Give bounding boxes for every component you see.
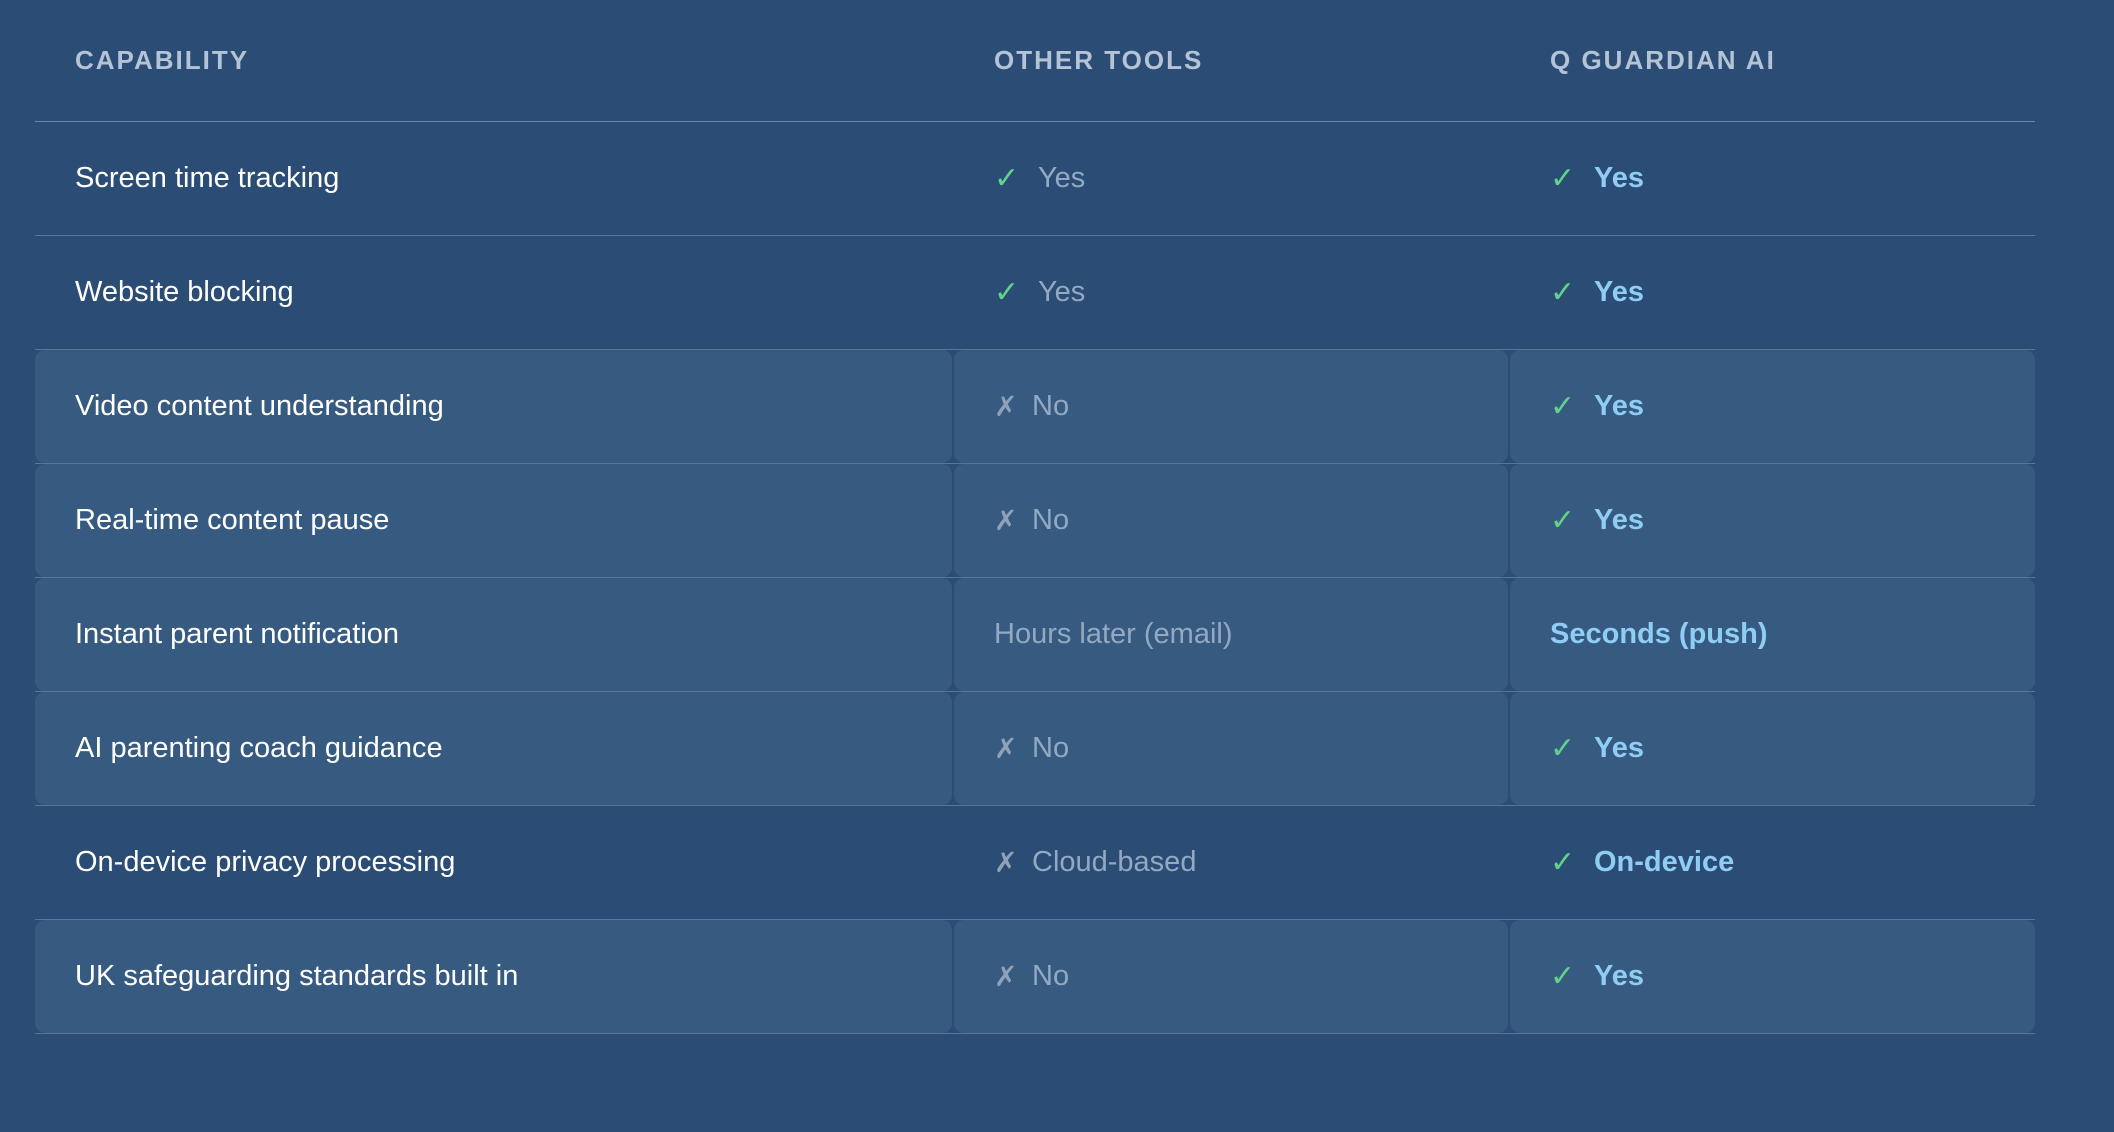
other-tools-cell: ✗ No — [954, 692, 1508, 805]
table-row: AI parenting coach guidance ✗ No ✓ Yes — [35, 692, 2035, 806]
capability-label: Real-time content pause — [75, 504, 390, 536]
q-guardian-cell: Seconds (push) — [1510, 578, 2035, 691]
capability-cell: Website blocking — [35, 236, 954, 349]
capability-cell: Screen time tracking — [35, 122, 954, 235]
check-icon: ✓ — [1550, 162, 1576, 195]
check-icon: ✓ — [1550, 960, 1576, 993]
table-row: Instant parent notification Hours later (… — [35, 578, 2035, 692]
table-row: Real-time content pause ✗ No ✓ Yes — [35, 464, 2035, 578]
capability-cell: Video content understanding — [35, 350, 952, 463]
q-guardian-cell: ✓ Yes — [1510, 692, 2035, 805]
capability-label: Screen time tracking — [75, 162, 340, 194]
q-guardian-cell: ✓ Yes — [1510, 236, 2035, 349]
other-tools-value: Hours later (email) — [994, 618, 1233, 650]
q-guardian-value: Yes — [1594, 276, 1644, 308]
cross-icon: ✗ — [994, 847, 1018, 878]
capability-label: UK safeguarding standards built in — [75, 960, 519, 992]
capability-label: AI parenting coach guidance — [75, 732, 443, 764]
other-tools-value: Cloud-based — [1032, 846, 1197, 878]
capability-label: Video content understanding — [75, 390, 444, 422]
capability-cell: Real-time content pause — [35, 464, 952, 577]
other-tools-cell: ✗ No — [954, 920, 1508, 1033]
other-tools-cell: ✗ No — [954, 350, 1508, 463]
other-tools-cell: Hours later (email) — [954, 578, 1508, 691]
check-icon: ✓ — [994, 276, 1020, 309]
q-guardian-value: Yes — [1594, 162, 1644, 194]
other-tools-value: Yes — [1038, 276, 1086, 308]
cross-icon: ✗ — [994, 961, 1018, 992]
header-other-tools: Other Tools — [994, 45, 1204, 75]
check-icon: ✓ — [1550, 732, 1576, 765]
q-guardian-cell: ✓ On-device — [1510, 806, 2035, 919]
table-row: UK safeguarding standards built in ✗ No ✓ Ye… — [35, 920, 2035, 1034]
header-q-guardian-ai: Q Guardian AI — [1550, 45, 1776, 75]
q-guardian-value: Yes — [1594, 504, 1644, 536]
header-capability: Capability — [75, 45, 250, 75]
q-guardian-cell: ✓ Yes — [1510, 122, 2035, 235]
q-guardian-value: Yes — [1594, 960, 1644, 992]
cross-icon: ✗ — [994, 505, 1018, 536]
q-guardian-value: Seconds (push) — [1550, 618, 1768, 650]
capability-cell: AI parenting coach guidance — [35, 692, 952, 805]
other-tools-cell: ✗ No — [954, 464, 1508, 577]
q-guardian-value: On-device — [1594, 846, 1735, 878]
check-icon: ✓ — [1550, 390, 1576, 423]
capability-label: On-device privacy processing — [75, 846, 456, 878]
other-tools-cell: ✓ Yes — [954, 236, 1510, 349]
q-guardian-value: Yes — [1594, 732, 1644, 764]
check-icon: ✓ — [1550, 504, 1576, 537]
q-guardian-cell: ✓ Yes — [1510, 464, 2035, 577]
other-tools-value: No — [1032, 504, 1070, 536]
other-tools-value: Yes — [1038, 162, 1086, 194]
capability-cell: UK safeguarding standards built in — [35, 920, 952, 1033]
table-body: Screen time tracking ✓ Yes ✓ Yes Website bloc… — [35, 122, 2035, 1034]
other-tools-cell: ✓ Yes — [954, 122, 1510, 235]
capability-label: Instant parent notification — [75, 618, 400, 650]
check-icon: ✓ — [994, 162, 1020, 195]
table-row: Screen time tracking ✓ Yes ✓ Yes — [35, 122, 2035, 236]
other-tools-value: No — [1032, 390, 1070, 422]
other-tools-cell: ✗ Cloud-based — [954, 806, 1510, 919]
other-tools-value: No — [1032, 960, 1070, 992]
table-row: Video content understanding ✗ No ✓ Yes — [35, 350, 2035, 464]
cross-icon: ✗ — [994, 391, 1018, 422]
capability-cell: Instant parent notification — [35, 578, 952, 691]
check-icon: ✓ — [1550, 846, 1576, 879]
q-guardian-cell: ✓ Yes — [1510, 920, 2035, 1033]
table-row: On-device privacy processing ✗ Cloud-based… — [35, 806, 2035, 920]
check-icon: ✓ — [1550, 276, 1576, 309]
table-header: Capability Other Tools Q Guardian AI — [35, 0, 2035, 122]
comparison-table: Capability Other Tools Q Guardian AI Scr… — [35, 0, 2035, 1034]
q-guardian-value: Yes — [1594, 390, 1644, 422]
other-tools-value: No — [1032, 732, 1070, 764]
capability-label: Website blocking — [75, 276, 294, 308]
table-row: Website blocking ✓ Yes ✓ Yes — [35, 236, 2035, 350]
q-guardian-cell: ✓ Yes — [1510, 350, 2035, 463]
capability-cell: On-device privacy processing — [35, 806, 954, 919]
cross-icon: ✗ — [994, 733, 1018, 764]
